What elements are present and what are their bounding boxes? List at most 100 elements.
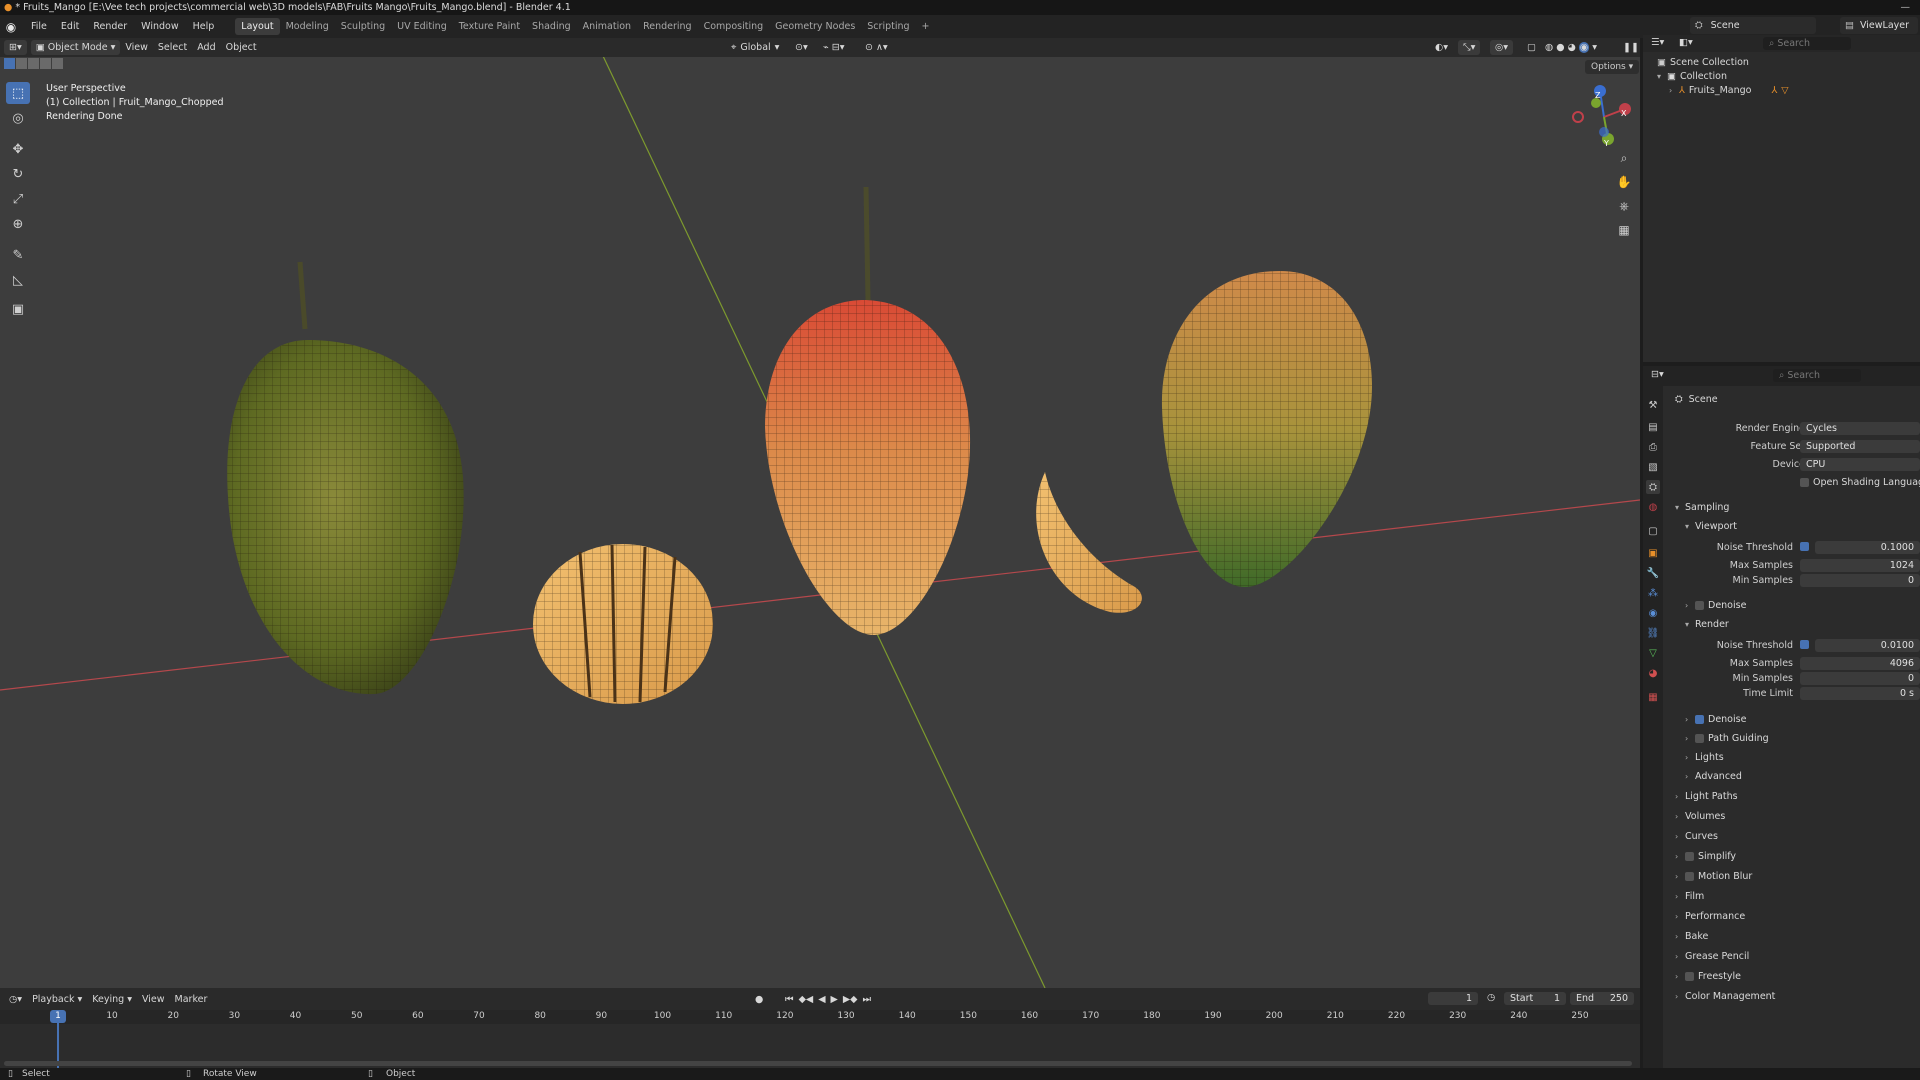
play-reverse-icon[interactable]: ◀	[818, 994, 825, 1005]
mango-slice-object[interactable]	[1036, 472, 1142, 613]
menu-view[interactable]: View	[120, 40, 153, 55]
viewport-options-button[interactable]: Options ▾	[1585, 60, 1640, 74]
select-extend-icon[interactable]	[16, 58, 27, 69]
outliner-row-collection[interactable]: ▾ ▣ Collection	[1657, 69, 1727, 83]
gizmo-toggle-button[interactable]: ⤡▾	[1458, 40, 1481, 55]
color-management-panel[interactable]: › Color Management	[1675, 991, 1775, 1002]
menu-timeline-view[interactable]: View	[137, 992, 170, 1007]
play-icon[interactable]: ▶	[831, 994, 838, 1005]
red-mango-object[interactable]	[765, 186, 971, 636]
measure-tool-icon[interactable]: ◺	[6, 269, 30, 291]
light-paths-panel[interactable]: › Light Paths	[1675, 791, 1738, 802]
tool-tab-icon[interactable]: ⚒	[1646, 398, 1660, 412]
rotate-tool-icon[interactable]: ↻	[6, 163, 30, 185]
volumes-panel[interactable]: › Volumes	[1675, 811, 1725, 822]
auto-keying-button[interactable]: ●	[750, 992, 768, 1007]
menu-keying[interactable]: Keying ▾	[87, 992, 137, 1007]
scene-tab-icon[interactable]: ⛭	[1646, 480, 1660, 494]
rendered-shading-icon[interactable]: ◉	[1578, 42, 1590, 53]
frame-ruler[interactable]: 1102030405060708090100110120130140150160…	[0, 1010, 1640, 1024]
xray-toggle-button[interactable]: ▢	[1522, 40, 1541, 55]
r-min-samples-field[interactable]: 0	[1800, 671, 1920, 685]
editor-type-button[interactable]: ⊞▾	[4, 40, 27, 55]
menu-file[interactable]: File	[24, 21, 54, 32]
lights-subpanel[interactable]: › Lights	[1685, 752, 1724, 763]
select-intersect-icon[interactable]	[52, 58, 63, 69]
vp-min-samples-field[interactable]: 0	[1800, 573, 1920, 587]
scene-selector[interactable]: ⛭ Scene	[1690, 17, 1816, 34]
timeline-editor-type-button[interactable]: ◷▾	[4, 992, 27, 1007]
object-mode-dropdown[interactable]: ▣ Object Mode ▾	[30, 40, 121, 55]
osl-checkbox-box[interactable]	[1800, 477, 1809, 487]
motion-blur-panel[interactable]: › Motion Blur	[1675, 871, 1752, 882]
menu-add[interactable]: Add	[192, 40, 220, 55]
tab-uv-editing[interactable]: UV Editing	[391, 18, 453, 35]
chopped-mango-object[interactable]	[533, 544, 713, 704]
filter-display-icon[interactable]: ◧▾	[1679, 37, 1693, 48]
outliner-row-fruits-mango[interactable]: › ⅄ Fruits_Mango ⅄ ▽	[1669, 83, 1909, 97]
add-workspace-button[interactable]: +	[916, 18, 936, 35]
preview-range-icon[interactable]: ◷	[1487, 992, 1495, 1003]
modifier-tab-icon[interactable]: 🔧	[1646, 566, 1660, 580]
freestyle-panel[interactable]: › Freestyle	[1675, 971, 1741, 982]
menu-marker[interactable]: Marker	[170, 992, 213, 1007]
jump-end-icon[interactable]: ⏭	[862, 994, 871, 1005]
annotate-tool-icon[interactable]: ✎	[6, 244, 30, 266]
motion-blur-checkbox[interactable]	[1685, 872, 1694, 881]
timeline-area[interactable]: 1102030405060708090100110120130140150160…	[0, 1010, 1640, 1068]
hand-pan-icon[interactable]: ✋	[1613, 171, 1635, 193]
gizmo-z-axis-neg[interactable]	[1599, 127, 1609, 137]
add-cube-tool-icon[interactable]: ▣	[6, 298, 30, 320]
r-noise-threshold-field[interactable]: 0.0100	[1815, 638, 1920, 652]
performance-panel[interactable]: › Performance	[1675, 911, 1745, 922]
scale-tool-icon[interactable]: ⤢	[6, 188, 30, 210]
device-dropdown[interactable]: CPU	[1800, 457, 1920, 471]
zoom-icon[interactable]: ⌕	[1613, 147, 1635, 169]
outliner-row-scene-collection[interactable]: ▣ Scene Collection	[1657, 55, 1749, 69]
render-subpanel-header[interactable]: ▾ Render	[1685, 619, 1729, 630]
select-difference-icon[interactable]	[40, 58, 51, 69]
r-denoise-checkbox[interactable]	[1695, 715, 1704, 724]
properties-search-input[interactable]: ⌕ Search	[1773, 369, 1861, 382]
outliner-editor-icon[interactable]: ☰▾	[1651, 37, 1664, 48]
tab-animation[interactable]: Animation	[577, 18, 637, 35]
timeline-scrollbar[interactable]	[4, 1061, 1632, 1066]
select-box-tool-icon[interactable]: ⬚	[6, 82, 30, 104]
menu-edit[interactable]: Edit	[54, 21, 86, 32]
solid-shading-icon[interactable]: ●	[1556, 42, 1564, 53]
menu-select[interactable]: Select	[153, 40, 192, 55]
3d-viewport[interactable]: User Perspective (1) Collection | Fruit_…	[0, 57, 1640, 988]
grease-pencil-panel[interactable]: › Grease Pencil	[1675, 951, 1749, 962]
r-noise-threshold-checkbox[interactable]	[1800, 640, 1809, 649]
menu-window[interactable]: Window	[134, 21, 185, 32]
transform-orientation-dropdown[interactable]: ⌖ Global ▾	[726, 40, 784, 55]
minimize-button[interactable]: —	[1901, 0, 1911, 15]
camera-view-icon[interactable]: ⎈	[1613, 195, 1635, 217]
pivot-point-button[interactable]: ⊙▾	[790, 40, 813, 55]
physics-tab-icon[interactable]: ◉	[1646, 606, 1660, 620]
output-tab-icon[interactable]: ⎙	[1646, 440, 1660, 454]
simplify-checkbox[interactable]	[1685, 852, 1694, 861]
particles-tab-icon[interactable]: ⁂	[1646, 586, 1660, 600]
chevron-down-icon[interactable]: ▾	[1592, 42, 1597, 53]
simplify-panel[interactable]: › Simplify	[1675, 851, 1736, 862]
tab-sculpting[interactable]: Sculpting	[335, 18, 391, 35]
current-frame-field[interactable]: 1	[1428, 992, 1478, 1005]
bake-panel[interactable]: › Bake	[1675, 931, 1708, 942]
render-tab-icon[interactable]: ▤	[1646, 420, 1660, 434]
menu-object[interactable]: Object	[221, 40, 262, 55]
constraints-tab-icon[interactable]: ⛓	[1646, 626, 1660, 640]
tab-scripting[interactable]: Scripting	[861, 18, 915, 35]
select-subtract-icon[interactable]	[28, 58, 39, 69]
chevron-down-icon[interactable]: ▾	[1657, 72, 1667, 81]
data-tab-icon[interactable]: ▽	[1646, 646, 1660, 660]
playhead[interactable]: 1	[50, 1010, 66, 1023]
cursor-tool-icon[interactable]: ◎	[6, 107, 30, 129]
green-mango-object[interactable]	[227, 261, 464, 695]
sampling-panel-header[interactable]: ▾ Sampling	[1675, 502, 1729, 513]
tab-compositing[interactable]: Compositing	[698, 18, 770, 35]
wireframe-shading-icon[interactable]: ◍	[1545, 42, 1553, 53]
collection-tab-icon[interactable]: ▢	[1646, 524, 1660, 538]
select-set-icon[interactable]	[4, 58, 15, 69]
vp-noise-threshold-field[interactable]: 0.1000	[1815, 540, 1920, 554]
